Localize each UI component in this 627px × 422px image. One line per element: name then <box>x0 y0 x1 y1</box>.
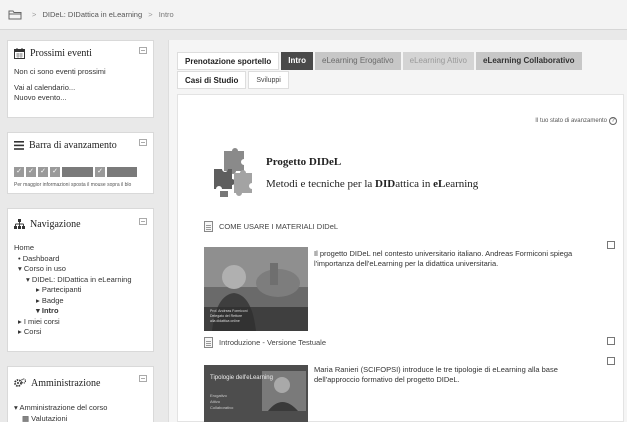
tab-sviluppi[interactable]: Sviluppi <box>248 71 289 89</box>
progress-check-icon[interactable]: ✓ <box>50 167 60 177</box>
video-thumbnail-formiconi[interactable]: Prof. Andreas Formiconi Delegato del Ret… <box>204 247 308 331</box>
calendar-icon <box>14 47 25 59</box>
nav-item-dashboard[interactable]: • Dashboard <box>14 254 147 265</box>
breadcrumb-item-current[interactable]: Intro <box>159 10 174 19</box>
breadcrumb-item-course[interactable]: DIDeL: DIDattica in eLearning <box>42 10 142 19</box>
block-upcoming-events: Prossimi eventi Non ci sono eventi pross… <box>7 40 154 118</box>
resource-link[interactable]: COME USARE I MATERIALI DIDeL <box>204 221 338 232</box>
collapse-icon[interactable] <box>139 139 147 146</box>
tab-prenotazione[interactable]: Prenotazione sportello <box>177 52 280 70</box>
block-navigation: Navigazione Home • Dashboard ▾ Corso in … <box>7 208 154 352</box>
block-title: Navigazione <box>30 218 81 230</box>
help-icon[interactable]: ? <box>609 117 617 125</box>
nav-item-badge[interactable]: ▸ Badge <box>14 296 147 307</box>
block-header: Amministrazione <box>8 367 153 399</box>
thumbnail-title: Tipologie dell'eLearning <box>210 375 273 381</box>
block-header: Prossimi eventi <box>8 41 153 65</box>
nav-item-grades[interactable]: ▦ Valutazioni <box>14 414 147 422</box>
completion-checkbox[interactable] <box>607 337 615 345</box>
menu-icon <box>14 140 24 150</box>
completion-checkbox[interactable] <box>607 357 615 365</box>
no-events-text: Non ci sono eventi prossimi <box>14 67 106 76</box>
nav-item-course-admin[interactable]: ▾ Amministrazione del corso <box>14 403 147 414</box>
block-title: Amministrazione <box>31 377 101 389</box>
nav-item-current-course[interactable]: ▾ Corso in uso <box>14 264 147 275</box>
tab-collaborativo[interactable]: eLearning Collaborativo <box>476 52 582 70</box>
document-icon <box>204 337 213 348</box>
block-header: Barra di avanzamento <box>8 133 153 157</box>
progress-note: Per maggior informazioni sposta il mouse… <box>14 182 132 188</box>
collapse-icon[interactable] <box>139 47 147 54</box>
nav-item-intro[interactable]: ▾ Intro <box>14 306 147 317</box>
thumbnail-caption: Prof. Andreas Formiconi Delegato del Ret… <box>210 309 248 323</box>
nav-item-participants[interactable]: ▸ Partecipanti <box>14 285 147 296</box>
thumbnail-list: Erogativo Attivo Collaborativo <box>210 393 234 410</box>
breadcrumb-separator: > <box>148 10 153 19</box>
main-content: Prenotazione sportello Intro eLearning E… <box>168 40 627 422</box>
video-thumbnail-ranieri[interactable]: Tipologie dell'eLearning Erogativo Attiv… <box>204 365 308 422</box>
breadcrumb-separator: > <box>32 10 37 19</box>
tab-intro[interactable]: Intro <box>281 52 314 70</box>
description-formiconi: Il progetto DIDeL nel contesto universit… <box>314 249 573 268</box>
document-icon <box>204 221 213 232</box>
calendar-link[interactable]: Vai al calendario... <box>14 83 147 93</box>
breadcrumb: > DIDeL: DIDattica in eLearning > Intro <box>0 0 627 30</box>
block-progress-bar: Barra di avanzamento ✓ ✓ ✓ ✓ ✓ Per maggi… <box>7 132 154 194</box>
nav-item-course[interactable]: ▾ DIDeL: DIDattica in eLearning <box>14 275 147 286</box>
progress-check-icon[interactable]: ✓ <box>26 167 36 177</box>
completion-checkbox[interactable] <box>607 241 615 249</box>
collapse-icon[interactable] <box>139 218 147 225</box>
progress-check-icon[interactable]: ✓ <box>38 167 48 177</box>
progress-cells: ✓ ✓ ✓ ✓ ✓ <box>14 167 147 177</box>
puzzle-logo-icon <box>214 148 252 197</box>
nav-item-courses[interactable]: ▸ Corsi <box>14 327 147 338</box>
nav-item-home[interactable]: Home <box>14 243 147 254</box>
folder-icon[interactable] <box>8 9 22 20</box>
tab-erogativo[interactable]: eLearning Erogativo <box>315 52 401 70</box>
new-event-link[interactable]: Nuovo evento... <box>14 93 147 103</box>
sitemap-icon <box>14 219 25 229</box>
gears-icon <box>14 378 26 387</box>
tab-row-primary: Prenotazione sportello Intro eLearning E… <box>177 52 584 70</box>
tab-row-secondary: Casi di Studio Sviluppi <box>177 71 291 89</box>
progress-cell[interactable] <box>107 167 137 177</box>
course-subtitle: Metodi e tecniche per la DIDattica in eL… <box>266 178 479 190</box>
section-content: Il tuo stato di avanzamento? Progetto DI… <box>177 94 624 422</box>
table-icon: ▦ <box>22 413 32 422</box>
progress-check-icon[interactable]: ✓ <box>14 167 24 177</box>
tab-attivo[interactable]: eLearning Attivo <box>402 52 474 70</box>
nav-item-my-courses[interactable]: ▸ I miei corsi <box>14 317 147 328</box>
description-ranieri: Maria Ranieri (SCIFOPSI) introduce le tr… <box>314 365 558 384</box>
progress-status-link[interactable]: Il tuo stato di avanzamento? <box>535 117 617 125</box>
course-title: Progetto DIDeL <box>266 156 342 168</box>
collapse-icon[interactable] <box>139 375 147 382</box>
block-header: Navigazione <box>8 209 153 239</box>
block-title: Prossimi eventi <box>30 47 92 59</box>
block-title: Barra di avanzamento <box>29 139 117 151</box>
progress-cell[interactable] <box>62 167 93 177</box>
block-administration: Amministrazione ▾ Amministrazione del co… <box>7 366 154 422</box>
resource-link[interactable]: Introduzione - Versione Testuale <box>204 337 326 348</box>
tab-casi-di-studio[interactable]: Casi di Studio <box>177 71 247 89</box>
progress-check-icon[interactable]: ✓ <box>95 167 105 177</box>
